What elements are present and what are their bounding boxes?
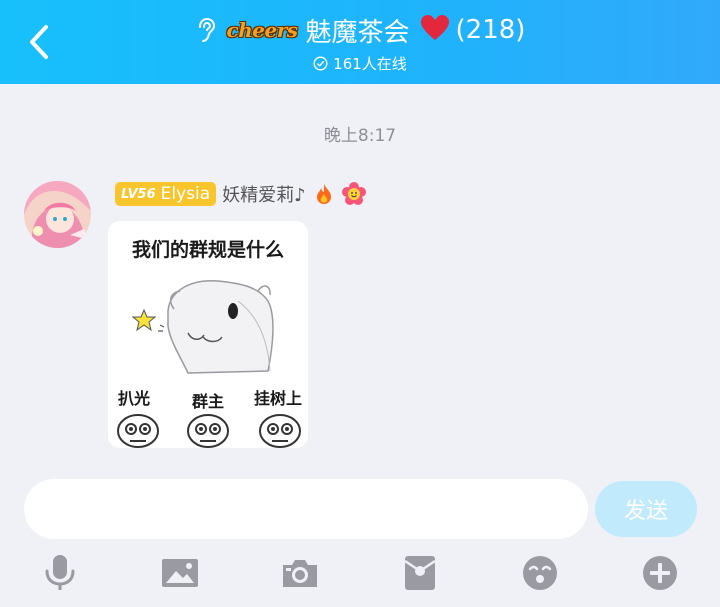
online-count: 161人在线 <box>333 54 407 73</box>
sticker-label: 挂树上 <box>254 389 303 408</box>
group-title[interactable]: cheers 魅魔茶会 (218) <box>0 11 720 49</box>
emoji-icon[interactable] <box>521 554 559 592</box>
microphone-icon[interactable] <box>41 554 79 592</box>
sender-nickname[interactable]: 妖精爱莉♪ <box>222 181 306 207</box>
hamster-illustration <box>131 280 274 374</box>
message-input[interactable] <box>24 479 588 539</box>
sticker-faces <box>117 414 301 448</box>
sender-info: LV56 Elysia 妖精爱莉♪ <box>115 180 366 208</box>
send-button[interactable]: 发送 <box>595 481 697 537</box>
online-status: 161人在线 <box>0 52 720 74</box>
message-timestamp: 晚上8:17 <box>323 126 397 146</box>
sticker-message[interactable]: 我们的群规是什么 扒光 群主 挂树上 <box>108 221 308 448</box>
image-icon[interactable] <box>161 554 199 592</box>
flower-emoji <box>341 182 366 206</box>
level-title: Elysia <box>160 184 211 204</box>
input-area: 发送 <box>0 462 720 607</box>
level-number: LV56 <box>121 186 156 202</box>
fire-emoji <box>312 182 336 206</box>
group-name: 魅魔茶会 <box>305 17 410 48</box>
sticker-title: 我们的群规是什么 <box>131 239 284 261</box>
red-packet-icon[interactable] <box>401 554 439 592</box>
cheers-logo: cheers <box>226 18 298 42</box>
chat-header: cheers 魅魔茶会 (218) 161人在线 <box>0 0 720 84</box>
camera-icon[interactable] <box>281 554 319 592</box>
plus-icon[interactable] <box>641 554 679 592</box>
member-count: (218) <box>455 15 526 45</box>
heart-emoji <box>420 14 450 47</box>
sticker-label: 扒光 <box>118 389 151 408</box>
avatar[interactable] <box>24 181 91 248</box>
ear-icon <box>195 16 219 44</box>
level-badge[interactable]: LV56 Elysia <box>115 182 217 206</box>
check-circle-icon <box>313 55 328 71</box>
